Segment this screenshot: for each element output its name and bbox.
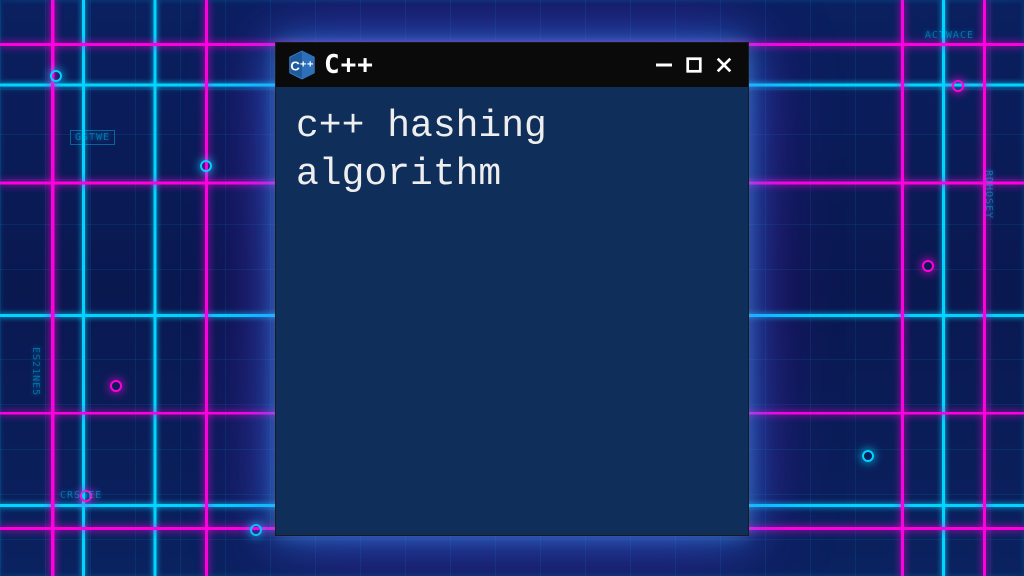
code-text: c++ hashing algorithm	[296, 103, 728, 198]
terminal-content[interactable]: c++ hashing algorithm	[276, 87, 748, 535]
circuit-node	[110, 380, 122, 392]
cpp-hexagon-icon: C⁺⁺	[288, 49, 316, 81]
close-button[interactable]	[712, 53, 736, 77]
circuit-node	[862, 450, 874, 462]
maximize-button[interactable]	[682, 53, 706, 77]
window-controls	[652, 53, 736, 77]
bg-decoration-text: ES21NE5	[30, 347, 41, 396]
circuit-node	[922, 260, 934, 272]
bg-decoration-text: ACTWACE	[925, 30, 974, 41]
circuit-node	[200, 160, 212, 172]
bg-decoration-text: CRSGEE	[60, 490, 102, 501]
window-titlebar[interactable]: C⁺⁺ C++	[276, 43, 748, 87]
circuit-node	[952, 80, 964, 92]
minimize-button[interactable]	[652, 53, 676, 77]
window-title: C++	[324, 50, 644, 80]
bg-decoration-text: GSTWE	[70, 130, 115, 145]
svg-text:C⁺⁺: C⁺⁺	[290, 58, 313, 73]
circuit-node	[50, 70, 62, 82]
terminal-window: C⁺⁺ C++ c++ hashing algorithm	[275, 42, 749, 536]
circuit-node	[250, 524, 262, 536]
bg-decoration-text: RDHOSEY	[983, 170, 994, 219]
